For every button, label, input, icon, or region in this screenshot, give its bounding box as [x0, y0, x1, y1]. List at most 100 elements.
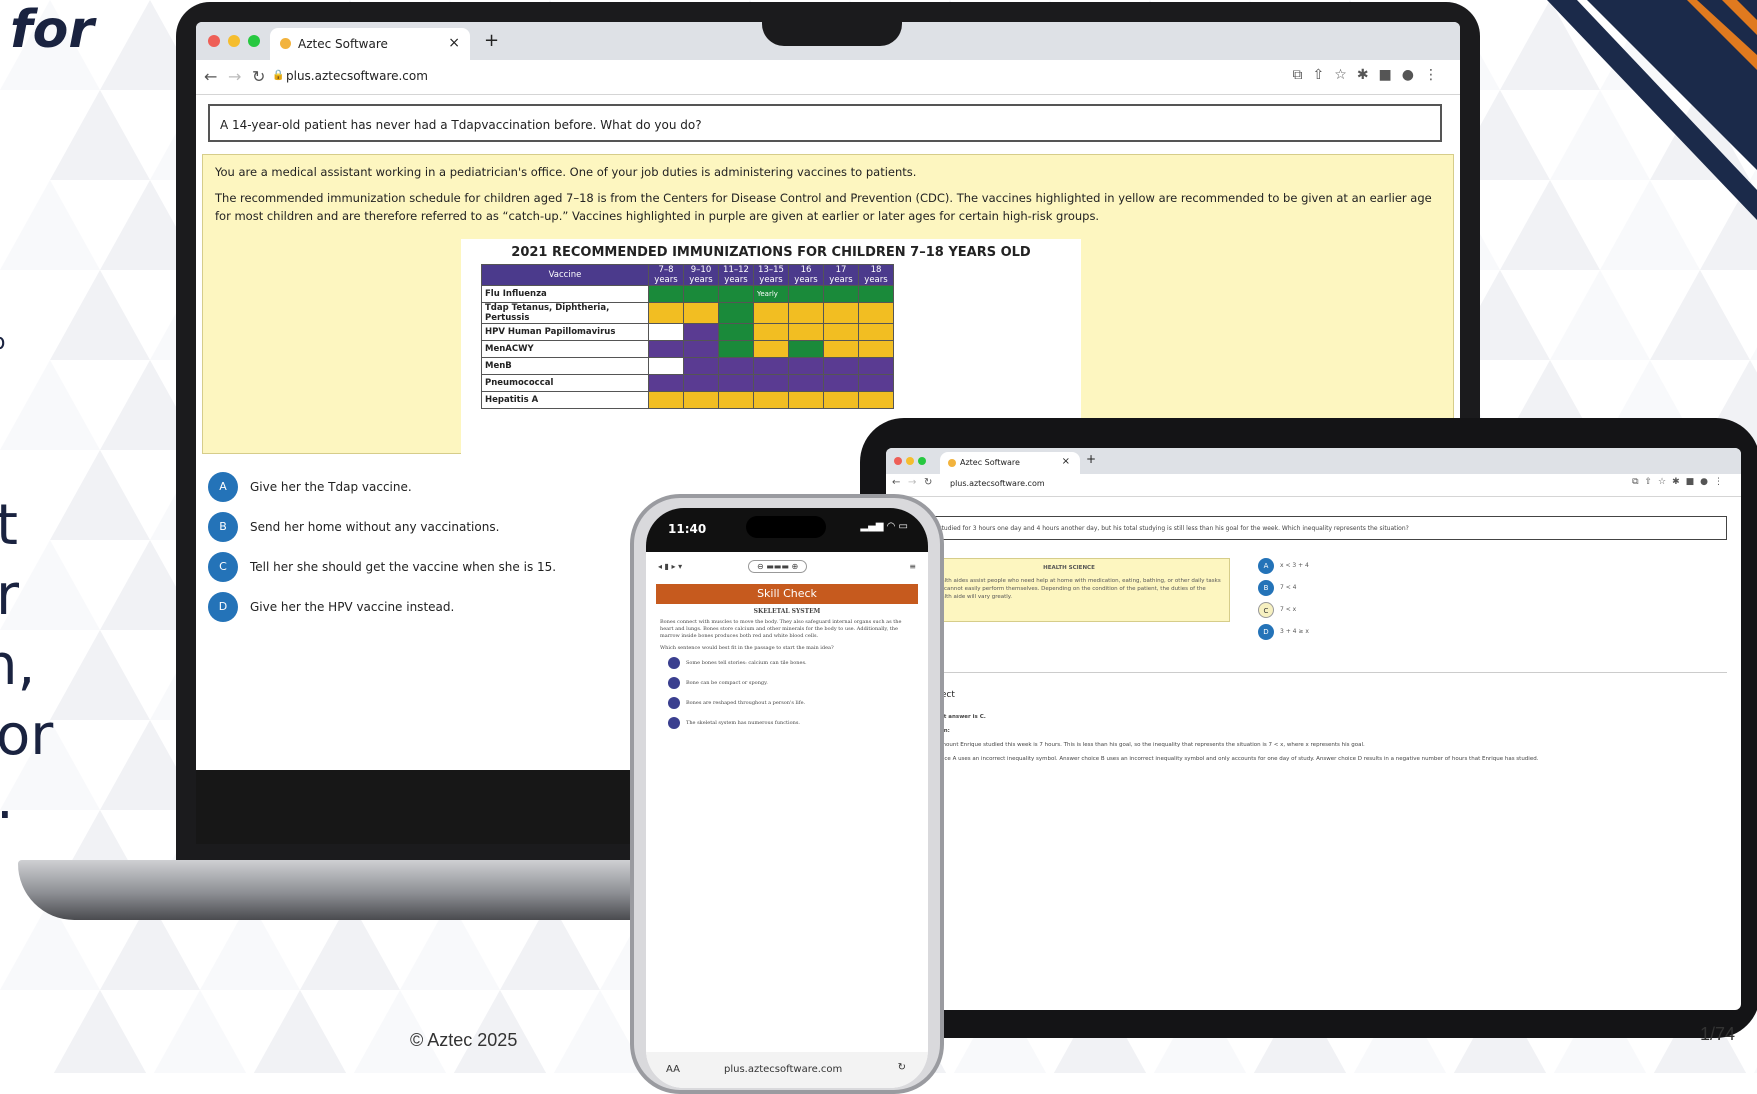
url-field[interactable]: plus.aztecsoftware.com [950, 479, 1045, 488]
vaccine-name: Flu Influenza [481, 285, 649, 303]
answer-text: Tell her she should get the vaccine when… [250, 560, 557, 574]
schedule-cell [648, 357, 684, 375]
answer-option[interactable]: The skeletal system has numerous functio… [660, 717, 914, 737]
age-header: 17 years [823, 264, 859, 286]
table-row: HPV Human Papillomavirus [481, 323, 894, 341]
answer-option[interactable]: Bones are reshaped throughout a person's… [660, 697, 914, 717]
schedule-cell [823, 357, 859, 375]
forward-icon[interactable]: → [228, 67, 241, 86]
safari-url-bar[interactable]: AA plus.aztecsoftware.com ↻ [646, 1052, 928, 1088]
schedule-cell [718, 302, 754, 324]
schedule-cell [753, 340, 789, 358]
schedule-cell [683, 302, 719, 324]
reload-icon[interactable]: ↻ [252, 67, 265, 86]
answer-option[interactable]: Bone can be compact or spongy. [660, 677, 914, 697]
schedule-cell [858, 302, 894, 324]
footer-copyright: © Aztec 2025 [410, 1030, 518, 1050]
passage-body: Bones connect with muscles to move the b… [660, 619, 902, 639]
passage-panel: HEALTH SCIENCE Some health aides assist … [908, 558, 1230, 622]
tab-title: Aztec Software [298, 37, 388, 51]
minimize-window-icon[interactable] [906, 457, 914, 465]
passage-panel: SKELETAL SYSTEM Bones connect with muscl… [660, 608, 914, 737]
toolbar-icons[interactable]: ◂ ▮ ▸ ▾ [658, 562, 682, 571]
radio-icon [668, 697, 680, 709]
slide-text-line: . [0, 768, 14, 832]
schedule-cell [823, 391, 859, 409]
signal-wifi-battery-icon: ▂▄▆ ◠ ▭ [860, 521, 908, 532]
answer-option[interactable]: Some bones tell stories: calcium can til… [660, 657, 914, 677]
maximize-window-icon[interactable] [918, 457, 926, 465]
explanation-text: Answer choice A uses an incorrect inequa… [911, 756, 1539, 762]
url-field[interactable]: plus.aztecsoftware.com [286, 69, 428, 83]
explanation-answer: The correct answer is C. [911, 714, 986, 720]
maximize-window-icon[interactable] [248, 35, 260, 47]
schedule-cell [648, 302, 684, 324]
vaccine-name: HPV Human Papillomavirus [481, 323, 649, 341]
back-icon[interactable]: ← [892, 477, 900, 488]
reload-icon[interactable]: ↻ [898, 1062, 906, 1073]
background-triangle [0, 360, 100, 450]
slide-text-fragment-small: o [0, 330, 5, 355]
background-triangle [1750, 270, 1757, 360]
schedule-cell: Yearly [753, 285, 789, 303]
passage-title: SKELETAL SYSTEM [753, 608, 821, 615]
background-triangle [50, 450, 150, 540]
browser-tab[interactable]: Aztec Software × [270, 28, 470, 60]
schedule-cell [788, 323, 824, 341]
browser-toolbar-icons[interactable]: ⧉⇧☆✱■●⋮ [1293, 67, 1448, 83]
immunization-table: Vaccine 7–8 years 9–10 years 11–12 years 13–… [481, 264, 894, 409]
favicon-icon [948, 459, 956, 467]
reader-aa-button[interactable]: AA [666, 1064, 680, 1075]
passage-paragraph: The recommended immunization schedule fo… [215, 191, 1432, 223]
slide-text-line: n, [0, 633, 36, 698]
background-triangle [150, 990, 250, 1073]
immunization-chart-title: 2021 RECOMMENDED IMMUNIZATIONS FOR CHILD… [511, 245, 1031, 260]
schedule-cell [858, 323, 894, 341]
answer-text: x < 3 + 4 [1280, 562, 1309, 569]
schedule-cell [718, 340, 754, 358]
browser-toolbar-icons[interactable]: ⧉⇧☆✱■●⋮ [1632, 477, 1729, 487]
table-row: Hepatitis A [481, 391, 894, 409]
answer-text: Bones are reshaped throughout a person's… [686, 700, 806, 706]
zoom-control[interactable]: ⊖ ▬▬▬ ⊕ [748, 560, 808, 573]
close-tab-icon[interactable]: × [448, 35, 460, 51]
background-triangle [1550, 270, 1650, 360]
age-header: 16 years [788, 264, 824, 286]
passage-paragraph: You are a medical assistant working in a… [215, 165, 917, 179]
url-text[interactable]: plus.aztecsoftware.com [724, 1064, 842, 1075]
close-window-icon[interactable] [208, 35, 220, 47]
schedule-cell [788, 285, 824, 303]
schedule-cell [718, 357, 754, 375]
age-header: 11–12 years [718, 264, 754, 286]
page-number: 1/74 [1700, 1024, 1736, 1044]
browser-tab[interactable]: Aztec Software × [940, 452, 1080, 474]
schedule-cell [648, 323, 684, 341]
reload-icon[interactable]: ↻ [924, 477, 932, 488]
schedule-cell [683, 285, 719, 303]
reader-toolbar: ◂ ▮ ▸ ▾ ⊖ ▬▬▬ ⊕ ≡ [646, 552, 928, 582]
schedule-cell [648, 374, 684, 392]
schedule-cell [823, 302, 859, 324]
skill-check-header: Skill Check [656, 584, 918, 604]
background-triangle [250, 990, 350, 1073]
answer-letter: A [1258, 558, 1274, 574]
close-window-icon[interactable] [894, 457, 902, 465]
answer-letter: B [208, 512, 238, 542]
explanation-heading: Explanation: [911, 728, 1731, 734]
slide-text-line: t [0, 493, 18, 558]
new-tab-button[interactable]: + [1086, 452, 1096, 466]
menu-icon[interactable]: ≡ [909, 562, 916, 571]
age-header: 9–10 years [683, 264, 719, 286]
new-tab-button[interactable]: + [484, 30, 499, 51]
vaccine-name: Hepatitis A [481, 391, 649, 409]
close-tab-icon[interactable]: × [1062, 456, 1070, 467]
vaccine-name: MenACWY [481, 340, 649, 358]
answer-text: Give her the HPV vaccine instead. [250, 600, 455, 614]
answer-text: Send her home without any vaccinations. [250, 520, 500, 534]
schedule-cell [718, 285, 754, 303]
back-icon[interactable]: ← [204, 67, 217, 86]
forward-icon[interactable]: → [908, 477, 916, 488]
minimize-window-icon[interactable] [228, 35, 240, 47]
vaccine-name: Tdap Tetanus, Diphtheria, Pertussis [481, 302, 649, 324]
background-triangle [0, 180, 100, 270]
